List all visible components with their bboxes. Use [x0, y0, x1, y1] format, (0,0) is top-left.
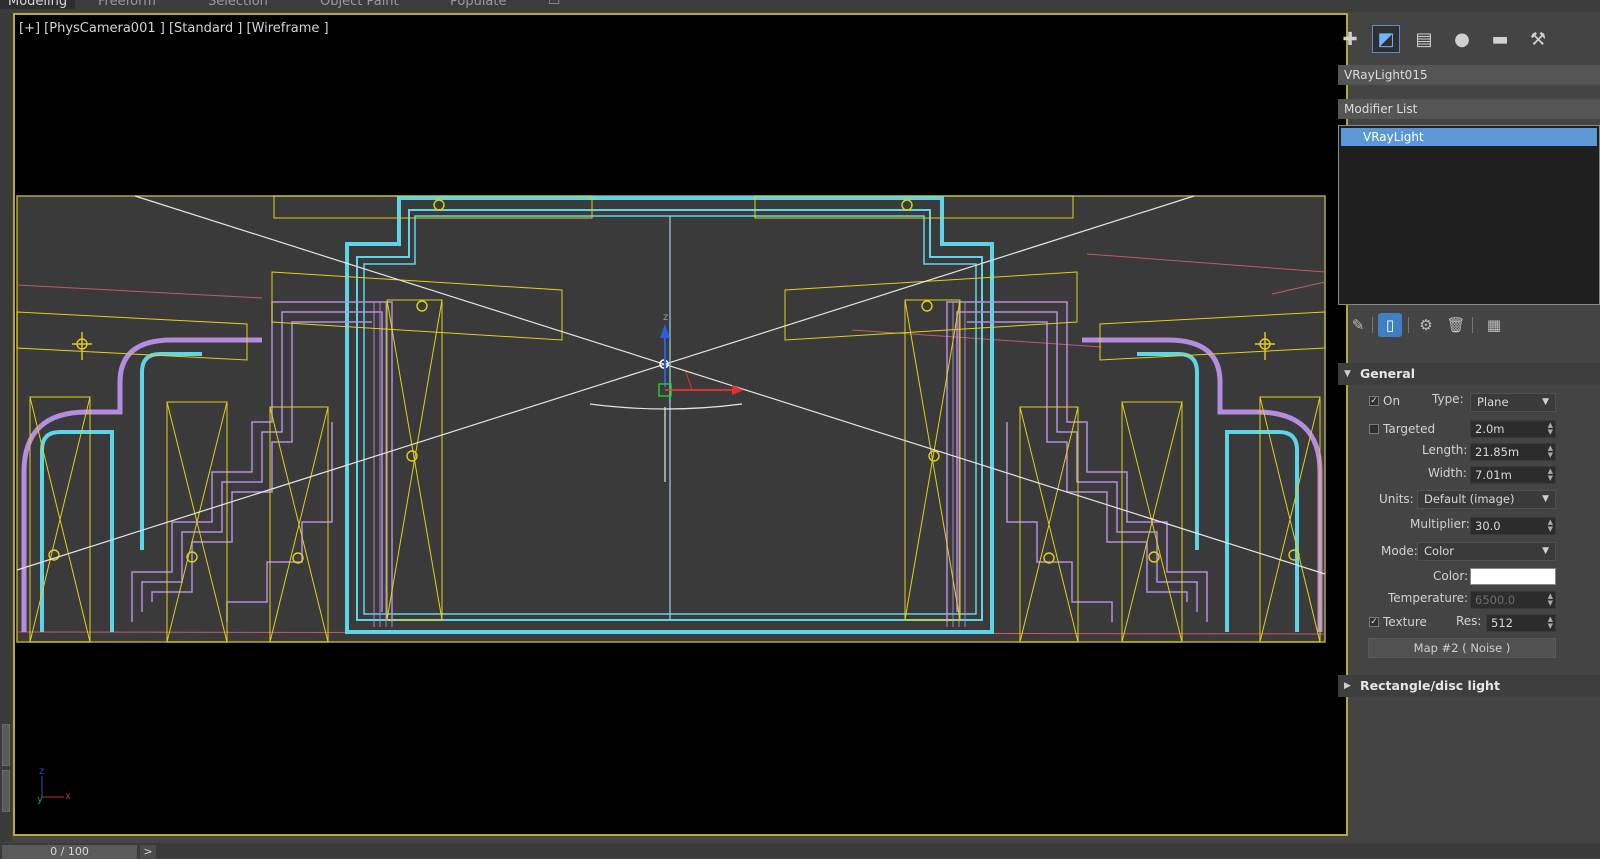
color-label: Color:	[1433, 569, 1469, 583]
spinner-icon[interactable]: ▲ ▼	[1548, 468, 1553, 482]
command-panel: ✚ ◩ ▤ ● ▬ ⚒ VRayLight015 Modifier List V…	[1338, 13, 1600, 843]
spinner-icon[interactable]: ▲ ▼	[1548, 593, 1553, 607]
target-distance-field[interactable]: 2.0m ▲ ▼	[1470, 420, 1556, 438]
res-label: Res:	[1456, 614, 1482, 628]
make-unique-icon[interactable]: ⚙	[1414, 313, 1438, 337]
create-icon[interactable]: ✚	[1336, 25, 1364, 53]
svg-text:y: y	[37, 794, 43, 805]
width-field[interactable]: 7.01m ▲ ▼	[1470, 466, 1556, 484]
left-toolbar-button[interactable]	[2, 724, 10, 766]
camera-viewport[interactable]: [+] [PhysCamera001 ] [Standard ] [Wirefr…	[13, 13, 1348, 836]
ribbon-tab-object-paint[interactable]: Object Paint	[320, 0, 399, 9]
mode-label: Mode:	[1381, 544, 1418, 558]
next-frame-button[interactable]: >	[140, 845, 156, 859]
modify-icon[interactable]: ◩	[1372, 25, 1400, 53]
remove-modifier-icon[interactable]: 🗑	[1444, 313, 1468, 337]
multiplier-field[interactable]: 30.0 ▲ ▼	[1470, 517, 1556, 535]
spinner-icon[interactable]: ▲ ▼	[1548, 445, 1553, 459]
divider	[1408, 317, 1409, 333]
width-value: 7.01m	[1475, 468, 1512, 482]
utilities-icon[interactable]: ⚒	[1524, 25, 1552, 53]
type-dropdown[interactable]: Plane ▼	[1470, 393, 1556, 412]
spinner-icon[interactable]: ▲ ▼	[1548, 519, 1553, 533]
type-dropdown-value: Plane	[1477, 395, 1509, 409]
modifier-stack-item[interactable]: VRayLight	[1341, 128, 1597, 146]
svg-text:z: z	[39, 766, 44, 777]
temperature-field[interactable]: 6500.0 ▲ ▼	[1470, 591, 1556, 609]
ribbon-tabs: Modeling Freeform Selection Object Paint…	[0, 0, 1600, 12]
rectangle-disc-light-rollout-header[interactable]: ▶ Rectangle/disc light	[1338, 675, 1600, 697]
on-checkbox[interactable]: ✓	[1369, 396, 1379, 406]
general-rollout-title: General	[1360, 366, 1415, 381]
length-label: Length:	[1422, 443, 1468, 457]
svg-text:z: z	[663, 312, 668, 323]
multiplier-value: 30.0	[1475, 519, 1501, 533]
units-label: Units:	[1379, 492, 1414, 506]
mode-dropdown[interactable]: Color ▼	[1417, 542, 1556, 561]
texture-label: Texture	[1383, 615, 1427, 629]
divider	[1372, 317, 1373, 333]
wireframe-scene: z x z y	[16, 195, 1326, 805]
pin-stack-icon[interactable]: ✎	[1346, 313, 1370, 337]
spinner-icon[interactable]: ▲ ▼	[1548, 616, 1553, 630]
targeted-checkbox[interactable]	[1369, 424, 1379, 434]
length-field[interactable]: 21.85m ▲ ▼	[1470, 443, 1556, 461]
render-frame	[16, 195, 1326, 643]
display-icon[interactable]: ▬	[1486, 25, 1514, 53]
spinner-icon[interactable]: ▲ ▼	[1548, 422, 1553, 436]
width-label: Width:	[1428, 466, 1467, 480]
units-dropdown[interactable]: Default (image) ▼	[1417, 490, 1556, 509]
configure-modifier-sets-icon[interactable]: ▦	[1482, 313, 1506, 337]
collapse-triangle-icon: ▼	[1344, 369, 1351, 379]
time-slider-bar: 0 / 100 >	[0, 843, 1600, 859]
hierarchy-icon[interactable]: ▤	[1410, 25, 1438, 53]
targeted-label: Targeted	[1383, 422, 1436, 436]
viewport-label[interactable]: [+] [PhysCamera001 ] [Standard ] [Wirefr…	[19, 21, 329, 36]
chevron-down-icon: ▼	[1542, 494, 1549, 504]
ribbon-tab-modeling[interactable]: Modeling	[0, 0, 76, 9]
stack-toolbar: ✎ ▯ ⚙ 🗑 ▦	[1338, 309, 1600, 341]
ribbon-collapse-icon[interactable]: ▭	[548, 0, 560, 9]
texture-map-button[interactable]: Map #2 ( Noise )	[1368, 638, 1556, 658]
ribbon-tab-selection[interactable]: Selection	[208, 0, 268, 9]
chevron-down-icon: ▼	[1542, 546, 1549, 556]
modifier-list-dropdown[interactable]: Modifier List	[1338, 99, 1600, 119]
ribbon-tab-freeform[interactable]: Freeform	[98, 0, 156, 9]
divider	[1472, 317, 1473, 333]
res-value: 512	[1491, 616, 1513, 630]
rectangle-disc-light-rollout-title: Rectangle/disc light	[1360, 678, 1500, 693]
units-dropdown-value: Default (image)	[1424, 492, 1515, 506]
mode-dropdown-value: Color	[1424, 544, 1455, 558]
color-swatch[interactable]	[1470, 568, 1556, 585]
length-value: 21.85m	[1475, 445, 1520, 459]
time-slider[interactable]: 0 / 100	[2, 845, 137, 859]
left-toolbar-button[interactable]	[2, 770, 10, 812]
general-rollout-header[interactable]: ▼ General	[1338, 363, 1600, 385]
show-end-result-icon[interactable]: ▯	[1378, 313, 1402, 337]
target-distance-value: 2.0m	[1475, 422, 1505, 436]
type-label: Type:	[1432, 392, 1464, 406]
temperature-label: Temperature:	[1388, 591, 1469, 605]
motion-icon[interactable]: ●	[1448, 25, 1476, 53]
multiplier-label: Multiplier:	[1410, 517, 1470, 531]
temperature-value: 6500.0	[1475, 593, 1516, 607]
chevron-down-icon: ▼	[1542, 397, 1549, 407]
res-field[interactable]: 512 ▲ ▼	[1486, 614, 1556, 632]
axis-tripod: x z y	[37, 766, 71, 805]
left-toolbar	[0, 12, 12, 842]
svg-text:x: x	[65, 791, 71, 802]
modifier-stack: VRayLight	[1338, 125, 1600, 305]
on-label: On	[1383, 394, 1401, 408]
expand-triangle-icon: ▶	[1344, 681, 1351, 691]
texture-checkbox[interactable]: ✓	[1369, 617, 1379, 627]
ribbon-tab-populate[interactable]: Populate	[450, 0, 507, 9]
object-name-field[interactable]: VRayLight015	[1338, 65, 1600, 85]
